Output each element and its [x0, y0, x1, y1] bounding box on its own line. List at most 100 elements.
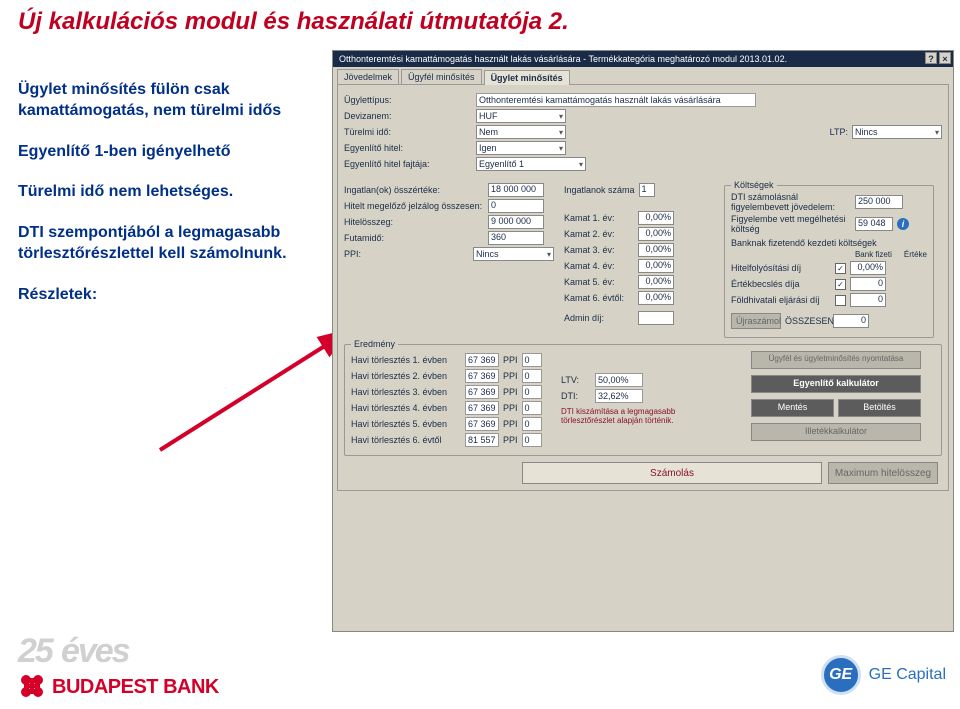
egyenlito-hitel-label: Egyenlítő hitel:: [344, 143, 472, 153]
turelmi-label: Türelmi idő:: [344, 127, 472, 137]
devizanem-select[interactable]: HUF: [476, 109, 566, 123]
ingatlan-input[interactable]: 18 000 000: [488, 183, 544, 197]
ugylettipus-value: Otthonteremtési kamattámogatás használt …: [476, 93, 756, 107]
ertekbecsles-check[interactable]: [835, 279, 846, 290]
print-button[interactable]: Ügyfél és ügyletminősítés nyomtatása: [751, 351, 921, 369]
hitelosszeg-input[interactable]: 9 000 000: [488, 215, 544, 229]
ertekbecsles-value[interactable]: 0: [850, 277, 886, 291]
torl5-label: Havi törlesztés 5. évben: [351, 419, 461, 429]
kamat1-label: Kamat 1. év:: [564, 213, 634, 223]
dti-note: DTI kiszámítása a legmagasabb törlesztőr…: [561, 407, 711, 425]
left-inputs: Ingatlan(ok) összértéke: 18 000 000 Hitel…: [344, 181, 554, 338]
ltv-value: 50,00%: [595, 373, 643, 387]
torl2-label: Havi törlesztés 2. évben: [351, 371, 461, 381]
kamat3-input[interactable]: 0,00%: [638, 243, 674, 257]
bank-fizeti-header: Bank fizeti: [855, 250, 892, 259]
ingatlan-label: Ingatlan(ok) összértéke:: [344, 185, 484, 195]
max-hitelosszeg-button[interactable]: Maximum hitelösszeg: [828, 462, 938, 484]
egyenlito-fajta-label: Egyenlítő hitel fajtája:: [344, 159, 472, 169]
budapest-bank-name: BUDAPEST BANK: [52, 676, 219, 699]
torl6-value: 81 557: [465, 433, 499, 447]
kamat5-input[interactable]: 0,00%: [638, 275, 674, 289]
erteke-header: Értéke: [904, 250, 927, 259]
eredmeny-panel: Eredmény Havi törlesztés 1. évben67 369P…: [344, 344, 942, 456]
torl6-ppi: 0: [522, 433, 542, 447]
kamat6-label: Kamat 6. évtől:: [564, 293, 634, 303]
megelhetes-label: Figyelembe vett megélhetési költség: [731, 214, 851, 234]
jelzalog-label: Hitelt megelőző jelzálog összesen:: [344, 201, 484, 211]
illetekkalkulator-button[interactable]: Illetékkalkulátor: [751, 423, 921, 441]
info-icon[interactable]: i: [897, 218, 909, 230]
eredmeny-title: Eredmény: [351, 339, 398, 349]
tab-ugylet-minosites[interactable]: Ügylet minősítés: [484, 70, 570, 85]
torl5-value: 67 369: [465, 417, 499, 431]
note-1: Ügylet minősítés fülön csak kamattámogat…: [18, 80, 318, 122]
kamat5-label: Kamat 5. év:: [564, 277, 634, 287]
koltsegek-panel: Költségek DTI számolásnál figyelembevett…: [724, 181, 934, 338]
dti-jovedelem-value: 250 000: [855, 195, 903, 209]
ltp-select[interactable]: Nincs: [852, 125, 942, 139]
ingatlanok-szama-label: Ingatlanok száma: [564, 185, 635, 195]
note-3: Türelmi idő nem lehetséges.: [18, 182, 318, 203]
egyenlito-fajta-select[interactable]: Egyenlítő 1: [476, 157, 586, 171]
arrow-annotation: [150, 320, 360, 460]
window-title-bar: Otthonteremtési kamattámogatás használt …: [333, 51, 953, 67]
egyenlito-hitel-select[interactable]: Igen: [476, 141, 566, 155]
foldhivatali-value[interactable]: 0: [850, 293, 886, 307]
hitelfolyositasi-value[interactable]: 0,00%: [850, 261, 886, 275]
bank-koltsegek-label: Banknak fizetendő kezdeti költségek: [731, 238, 927, 248]
help-button[interactable]: ?: [925, 52, 937, 64]
osszesen-value: 0: [833, 314, 869, 328]
close-button[interactable]: ×: [939, 52, 951, 64]
note-2: Egyenlítő 1-ben igényelhető: [18, 142, 318, 163]
ltv-label: LTV:: [561, 375, 591, 385]
admin-dij-input[interactable]: [638, 311, 674, 325]
dti-value: 32,62%: [595, 389, 643, 403]
torl1-ppi: 0: [522, 353, 542, 367]
tabs: Jövedelmek Ügyfél minősítés Ügylet minős…: [337, 69, 949, 84]
kamat2-input[interactable]: 0,00%: [638, 227, 674, 241]
middle-column: Ingatlanok száma 1 Kamat 1. év: 0,00% Kama…: [564, 181, 714, 338]
torl5-ppi: 0: [522, 417, 542, 431]
hitelosszeg-label: Hitelösszeg:: [344, 217, 484, 227]
futamido-input[interactable]: 360: [488, 231, 544, 245]
admin-dij-label: Admin díj:: [564, 313, 634, 323]
egyenlito-kalkulator-button[interactable]: Egyenlítő kalkulátor: [751, 375, 921, 393]
kamat2-label: Kamat 2. év:: [564, 229, 634, 239]
ltp-label: LTP:: [830, 127, 848, 137]
kamat3-label: Kamat 3. év:: [564, 245, 634, 255]
hitelfolyositasi-check[interactable]: [835, 263, 846, 274]
ujraszamol-button[interactable]: Újraszámol: [731, 313, 781, 329]
kamat4-input[interactable]: 0,00%: [638, 259, 674, 273]
ppi-select[interactable]: Nincs: [473, 247, 554, 261]
hitelfolyositasi-label: Hitelfolyósítási díj: [731, 263, 831, 273]
ugylettipus-label: Ügylettípus:: [344, 95, 472, 105]
torl2-ppi: 0: [522, 369, 542, 383]
budapest-bank-icon: [18, 672, 46, 703]
tab-ugyfel-minosites[interactable]: Ügyfél minősítés: [401, 69, 482, 84]
torl4-label: Havi törlesztés 4. évben: [351, 403, 461, 413]
slide-title: Új kalkulációs modul és használati útmut…: [18, 8, 569, 36]
torl6-label: Havi törlesztés 6. évtől: [351, 435, 461, 445]
app-window: Otthonteremtési kamattámogatás használt …: [332, 50, 954, 632]
torl3-value: 67 369: [465, 385, 499, 399]
megelhetes-value: 59 048: [855, 217, 893, 231]
torl4-ppi: 0: [522, 401, 542, 415]
tab-jovedelmek[interactable]: Jövedelmek: [337, 69, 399, 84]
torl3-label: Havi törlesztés 3. évben: [351, 387, 461, 397]
foldhivatali-label: Földhivatali eljárási díj: [731, 295, 831, 305]
ge-capital-logo: GE GE Capital: [821, 655, 946, 695]
kamat4-label: Kamat 4. év:: [564, 261, 634, 271]
kamat1-input[interactable]: 0,00%: [638, 211, 674, 225]
turelmi-select[interactable]: Nem: [476, 125, 566, 139]
torl4-value: 67 369: [465, 401, 499, 415]
torl3-ppi: 0: [522, 385, 542, 399]
mentes-button[interactable]: Mentés: [751, 399, 834, 417]
szamolas-button[interactable]: Számolás: [522, 462, 822, 484]
foldhivatali-check[interactable]: [835, 295, 846, 306]
ingatlanok-szama-input[interactable]: 1: [639, 183, 655, 197]
torl1-value: 67 369: [465, 353, 499, 367]
jelzalog-input[interactable]: 0: [488, 199, 544, 213]
betoltes-button[interactable]: Betöltés: [838, 399, 921, 417]
kamat6-input[interactable]: 0,00%: [638, 291, 674, 305]
